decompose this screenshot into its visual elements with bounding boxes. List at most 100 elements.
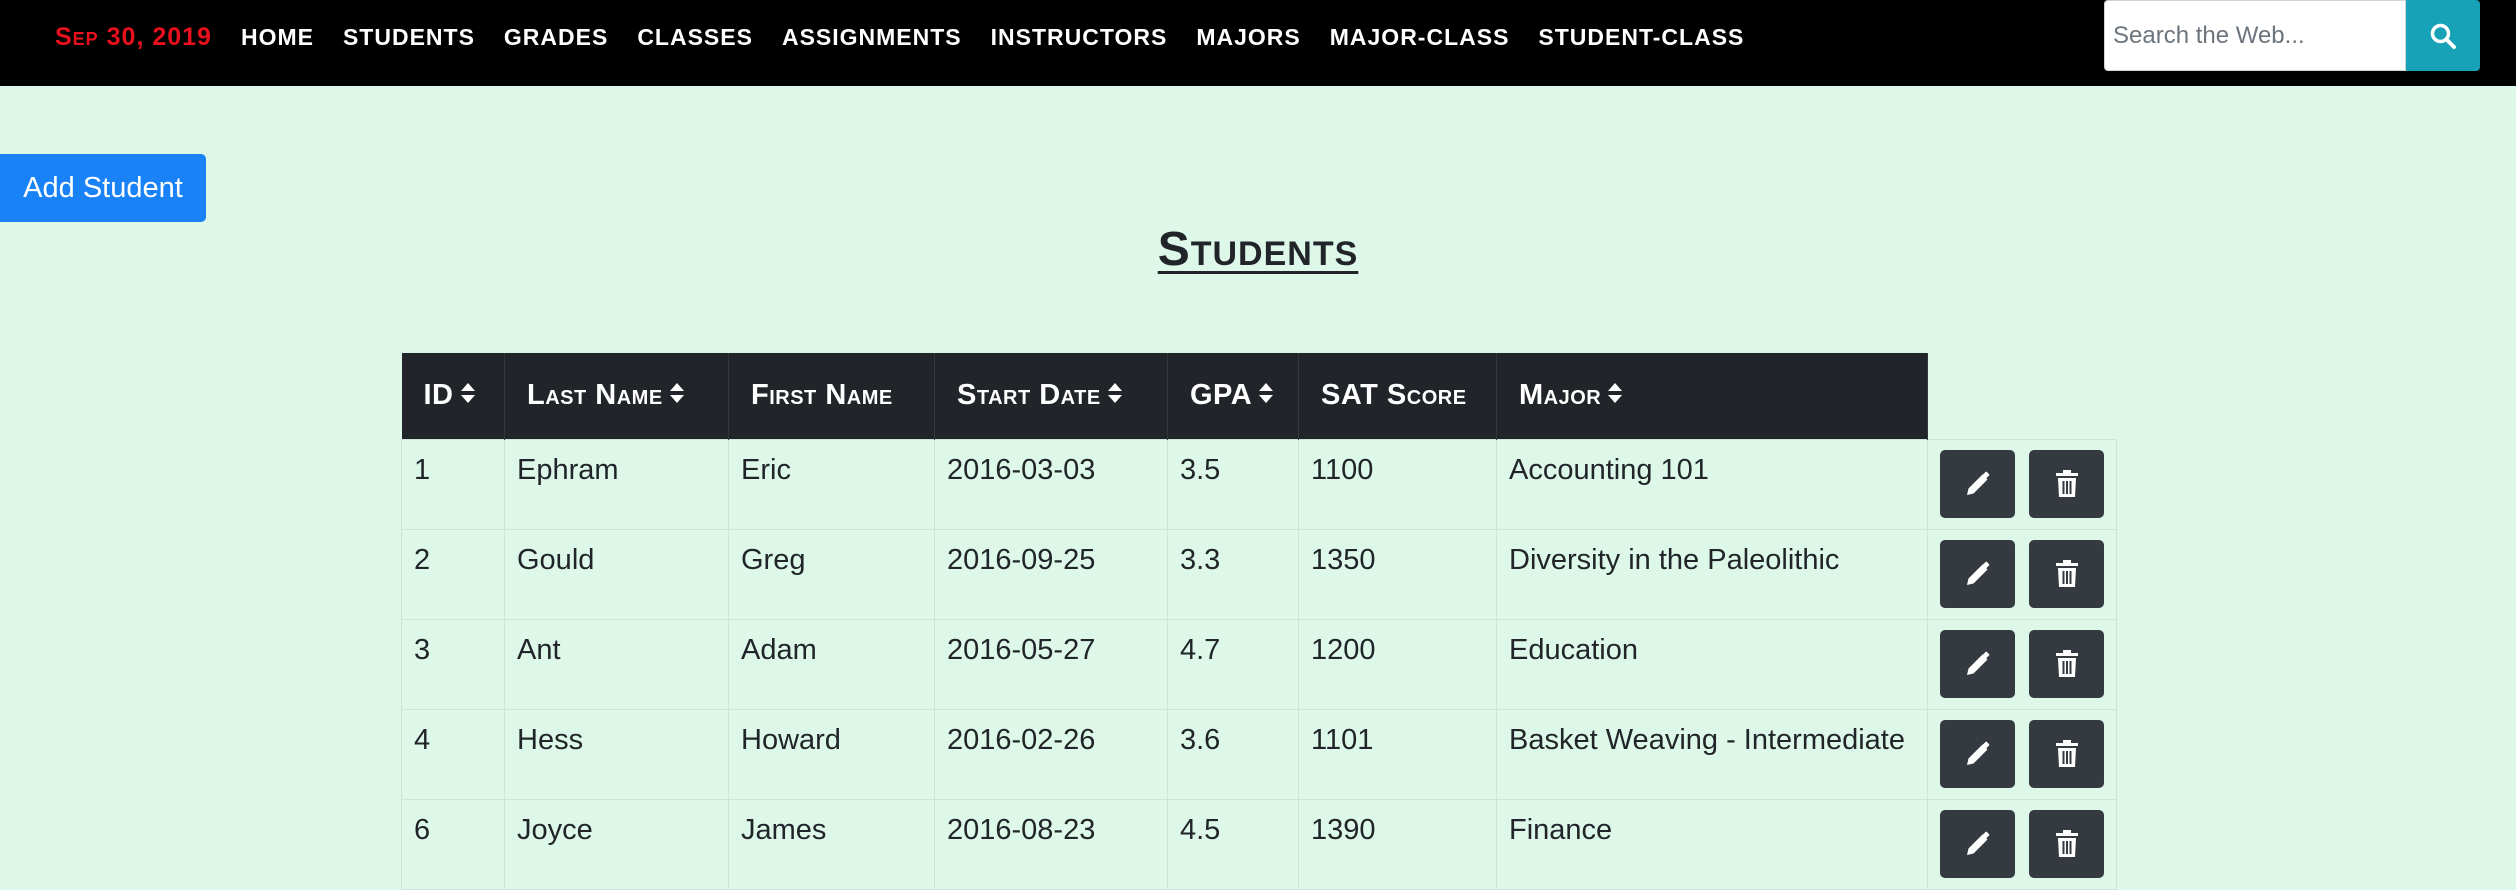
column-header-label: First Name <box>751 379 893 412</box>
delete-button[interactable] <box>2029 629 2104 698</box>
search-input[interactable] <box>2104 0 2406 71</box>
cell-actions <box>1927 798 2117 890</box>
cell-first-name: Eric <box>728 438 935 530</box>
nav-link-major-class[interactable]: MAJOR-CLASS <box>1330 24 1510 51</box>
column-header-start-date[interactable]: Start Date <box>934 353 1168 439</box>
students-table: ID Last Name First Name Start Date GPA S… <box>401 353 2117 890</box>
edit-button[interactable] <box>1940 719 2015 788</box>
trash-icon <box>2055 559 2078 587</box>
sort-icon[interactable] <box>669 380 685 413</box>
cell-gpa: 3.3 <box>1167 528 1299 620</box>
column-header-gpa[interactable]: GPA <box>1167 353 1299 439</box>
edit-button[interactable] <box>1940 449 2015 518</box>
column-header-id[interactable]: ID <box>401 353 505 439</box>
delete-button[interactable] <box>2029 449 2104 518</box>
cell-last-name: Ephram <box>504 438 729 530</box>
delete-button[interactable] <box>2029 719 2104 788</box>
cell-id: 1 <box>401 438 505 530</box>
nav-link-home[interactable]: HOME <box>241 24 314 51</box>
edit-button[interactable] <box>1940 539 2015 608</box>
brand-date-link[interactable]: Sep 30, 2019 <box>55 23 212 52</box>
cell-actions <box>1927 438 2117 530</box>
pencil-icon <box>1966 651 1989 675</box>
page-title: Students <box>1157 223 1359 276</box>
edit-button[interactable] <box>1940 629 2015 698</box>
pencil-icon <box>1966 741 1989 765</box>
table-row: 2 Gould Greg 2016-09-25 3.3 1350 Diversi… <box>401 528 2117 620</box>
cell-major: Accounting 101 <box>1496 438 1928 530</box>
add-student-button[interactable]: Add Student <box>0 154 206 222</box>
column-header-major[interactable]: Major <box>1496 353 1928 439</box>
delete-button[interactable] <box>2029 539 2104 608</box>
cell-start-date: 2016-02-26 <box>934 708 1168 800</box>
cell-sat-score: 1200 <box>1298 618 1497 710</box>
trash-icon <box>2055 739 2078 767</box>
nav-links: Sep 30, 2019 HOME STUDENTS GRADES CLASSE… <box>55 0 1773 74</box>
column-header-label: Major <box>1519 378 1602 411</box>
column-header-label: GPA <box>1190 378 1253 411</box>
search-icon <box>2430 23 2456 49</box>
sort-icon[interactable] <box>1258 380 1274 413</box>
table-row: 6 Joyce James 2016-08-23 4.5 1390 Financ… <box>401 798 2117 890</box>
cell-sat-score: 1390 <box>1298 798 1497 890</box>
sort-icon[interactable] <box>460 380 476 413</box>
cell-first-name: Greg <box>728 528 935 620</box>
column-header-label: ID <box>423 378 454 411</box>
cell-actions <box>1927 618 2117 710</box>
cell-last-name: Hess <box>504 708 729 800</box>
cell-id: 4 <box>401 708 505 800</box>
cell-major: Finance <box>1496 798 1928 890</box>
column-header-first-name: First Name <box>728 353 935 439</box>
sort-icon[interactable] <box>1107 380 1123 413</box>
search-form <box>2104 0 2480 71</box>
nav-link-student-class[interactable]: STUDENT-CLASS <box>1538 24 1744 51</box>
cell-major: Basket Weaving - Intermediate <box>1496 708 1928 800</box>
actions-column-header <box>1928 353 2117 439</box>
nav-link-assignments[interactable]: ASSIGNMENTS <box>782 24 962 51</box>
cell-major: Diversity in the Paleolithic <box>1496 528 1928 620</box>
nav-link-majors[interactable]: MAJORS <box>1196 24 1300 51</box>
cell-first-name: Howard <box>728 708 935 800</box>
cell-last-name: Ant <box>504 618 729 710</box>
column-header-label: Last Name <box>527 378 663 411</box>
delete-button[interactable] <box>2029 809 2104 878</box>
cell-id: 3 <box>401 618 505 710</box>
cell-first-name: James <box>728 798 935 890</box>
students-table-container: ID Last Name First Name Start Date GPA S… <box>401 353 2117 890</box>
cell-last-name: Gould <box>504 528 729 620</box>
sort-icon[interactable] <box>1607 380 1623 413</box>
cell-start-date: 2016-05-27 <box>934 618 1168 710</box>
nav-link-classes[interactable]: CLASSES <box>637 24 753 51</box>
edit-button[interactable] <box>1940 809 2015 878</box>
top-navbar: Sep 30, 2019 HOME STUDENTS GRADES CLASSE… <box>0 0 2516 86</box>
cell-id: 6 <box>401 798 505 890</box>
cell-actions <box>1927 708 2117 800</box>
cell-major: Education <box>1496 618 1928 710</box>
cell-start-date: 2016-09-25 <box>934 528 1168 620</box>
cell-gpa: 4.7 <box>1167 618 1299 710</box>
column-header-last-name[interactable]: Last Name <box>504 353 729 439</box>
column-header-label: Start Date <box>957 378 1101 411</box>
table-header-row: ID Last Name First Name Start Date GPA S… <box>401 353 2117 439</box>
cell-first-name: Adam <box>728 618 935 710</box>
pencil-icon <box>1966 471 1989 495</box>
trash-icon <box>2055 469 2078 497</box>
table-row: 4 Hess Howard 2016-02-26 3.6 1101 Basket… <box>401 708 2117 800</box>
search-button[interactable] <box>2406 0 2480 71</box>
cell-gpa: 3.5 <box>1167 438 1299 530</box>
cell-gpa: 3.6 <box>1167 708 1299 800</box>
pencil-icon <box>1966 831 1989 855</box>
trash-icon <box>2055 649 2078 677</box>
cell-sat-score: 1350 <box>1298 528 1497 620</box>
nav-link-students[interactable]: STUDENTS <box>343 24 475 51</box>
table-row: 1 Ephram Eric 2016-03-03 3.5 1100 Accoun… <box>401 438 2117 530</box>
cell-start-date: 2016-08-23 <box>934 798 1168 890</box>
nav-link-instructors[interactable]: INSTRUCTORS <box>991 24 1168 51</box>
cell-last-name: Joyce <box>504 798 729 890</box>
cell-id: 2 <box>401 528 505 620</box>
cell-actions <box>1927 528 2117 620</box>
cell-sat-score: 1100 <box>1298 438 1497 530</box>
cell-gpa: 4.5 <box>1167 798 1299 890</box>
table-row: 3 Ant Adam 2016-05-27 4.7 1200 Education <box>401 618 2117 710</box>
nav-link-grades[interactable]: GRADES <box>504 24 608 51</box>
